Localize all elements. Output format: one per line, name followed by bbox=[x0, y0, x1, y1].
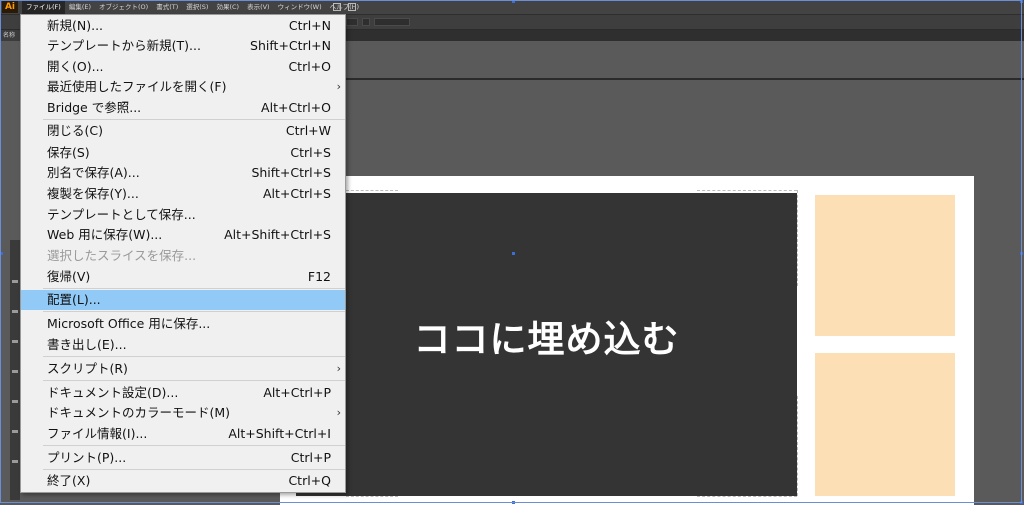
menu-item-save-for-office[interactable]: Microsoft Office 用に保存... bbox=[21, 314, 345, 334]
arrange-documents-icon[interactable] bbox=[348, 3, 356, 11]
menu-item-save-as[interactable]: 別名で保存(A)... Shift+Ctrl+S bbox=[21, 163, 345, 183]
selection-handle[interactable] bbox=[512, 501, 515, 504]
menu-separator bbox=[43, 356, 345, 357]
menu-item-new[interactable]: 新規(N)... Ctrl+N bbox=[21, 16, 345, 36]
control-widget[interactable] bbox=[362, 18, 370, 26]
menu-item-revert[interactable]: 復帰(V) F12 bbox=[21, 267, 345, 287]
menu-item-new-from-template[interactable]: テンプレートから新規(T)... Shift+Ctrl+N bbox=[21, 36, 345, 56]
control-widget[interactable] bbox=[346, 18, 358, 26]
image-placeholder-bottom[interactable] bbox=[815, 353, 955, 496]
control-widget[interactable] bbox=[374, 18, 410, 26]
menu-item-save-for-web[interactable]: Web 用に保存(W)... Alt+Shift+Ctrl+S bbox=[21, 225, 345, 245]
submenu-arrow-icon: › bbox=[336, 80, 341, 93]
menu-separator bbox=[43, 445, 345, 446]
guide-line bbox=[697, 190, 797, 191]
selection-handle[interactable] bbox=[512, 252, 515, 255]
tool-icon[interactable] bbox=[12, 280, 18, 283]
guide-line bbox=[797, 190, 798, 286]
tool-icon[interactable] bbox=[12, 310, 18, 313]
menu-item-document-setup[interactable]: ドキュメント設定(D)... Alt+Ctrl+P bbox=[21, 383, 345, 403]
menu-item-scripts[interactable]: スクリプト(R) › bbox=[21, 359, 345, 379]
menu-object[interactable]: オブジェクト(O) bbox=[95, 0, 152, 14]
embed-placeholder-text: ココに埋め込む bbox=[413, 318, 680, 361]
tool-icon[interactable] bbox=[12, 370, 18, 373]
menu-help[interactable]: ヘルプ(H) bbox=[326, 0, 363, 14]
guide-line bbox=[346, 190, 398, 191]
selection-handle[interactable] bbox=[1020, 501, 1023, 504]
menu-item-place[interactable]: 配置(L)... bbox=[21, 290, 345, 310]
tool-icon[interactable] bbox=[12, 460, 18, 463]
menu-effect[interactable]: 効果(C) bbox=[212, 0, 243, 14]
tool-icon[interactable] bbox=[12, 430, 18, 433]
submenu-arrow-icon: › bbox=[336, 362, 341, 375]
menu-titles: ファイル(F) 編集(E) オブジェクト(O) 書式(T) 選択(S) 効果(C… bbox=[22, 0, 363, 14]
app-logo: Ai bbox=[2, 1, 18, 13]
menu-edit[interactable]: 編集(E) bbox=[65, 0, 95, 14]
image-placeholder-top[interactable] bbox=[815, 195, 955, 336]
embed-placeholder-box[interactable]: ココに埋め込む bbox=[296, 193, 797, 496]
selection-handle[interactable] bbox=[512, 0, 515, 3]
selection-handle[interactable] bbox=[1020, 252, 1023, 255]
menu-separator bbox=[43, 311, 345, 312]
selection-handle[interactable] bbox=[0, 252, 3, 255]
menu-item-file-info[interactable]: ファイル情報(I)... Alt+Shift+Ctrl+I bbox=[21, 424, 345, 444]
menu-separator bbox=[43, 119, 345, 120]
menu-item-open[interactable]: 開く(O)... Ctrl+O bbox=[21, 57, 345, 77]
menu-item-exit[interactable]: 終了(X) Ctrl+Q bbox=[21, 471, 345, 491]
menu-item-print[interactable]: プリント(P)... Ctrl+P bbox=[21, 448, 345, 468]
menu-item-open-recent[interactable]: 最近使用したファイルを開く(F) › bbox=[21, 77, 345, 97]
menu-separator bbox=[43, 469, 345, 470]
menu-item-document-color-mode[interactable]: ドキュメントのカラーモード(M) › bbox=[21, 403, 345, 423]
menu-window[interactable]: ウィンドウ(W) bbox=[274, 0, 326, 14]
menu-item-save-selected-slices: 選択したスライスを保存... bbox=[47, 248, 197, 263]
selection-handle[interactable] bbox=[1020, 0, 1023, 3]
guide-line bbox=[346, 496, 398, 497]
menu-item-export[interactable]: 書き出し(E)... bbox=[21, 335, 345, 355]
tools-panel bbox=[10, 240, 20, 500]
guide-line bbox=[797, 396, 798, 496]
menu-select[interactable]: 選択(S) bbox=[182, 0, 212, 14]
file-menu-dropdown: 新規(N)... Ctrl+N テンプレートから新規(T)... Shift+C… bbox=[20, 14, 346, 493]
menu-item-close[interactable]: 閉じる(C) Ctrl+W bbox=[21, 121, 345, 141]
guide-line bbox=[697, 496, 797, 497]
submenu-arrow-icon: › bbox=[336, 406, 341, 419]
menu-item-save[interactable]: 保存(S) Ctrl+S bbox=[21, 143, 345, 163]
menu-item-save-as-template[interactable]: テンプレートとして保存... bbox=[21, 205, 345, 225]
menu-item-browse-bridge[interactable]: Bridge で参照... Alt+Ctrl+O bbox=[21, 98, 345, 118]
menu-file[interactable]: ファイル(F) bbox=[22, 0, 65, 14]
tool-icon[interactable] bbox=[12, 340, 18, 343]
tool-icon[interactable] bbox=[12, 400, 18, 403]
bridge-icon[interactable] bbox=[333, 3, 341, 11]
menu-separator bbox=[43, 380, 345, 381]
menu-view[interactable]: 表示(V) bbox=[243, 0, 274, 14]
panel-divider bbox=[345, 78, 1024, 80]
menu-separator bbox=[43, 288, 345, 289]
document-tab[interactable]: 名称 bbox=[0, 30, 22, 41]
menu-item-save-copy[interactable]: 複製を保存(Y)... Alt+Ctrl+S bbox=[21, 184, 345, 204]
menu-type[interactable]: 書式(T) bbox=[152, 0, 182, 14]
